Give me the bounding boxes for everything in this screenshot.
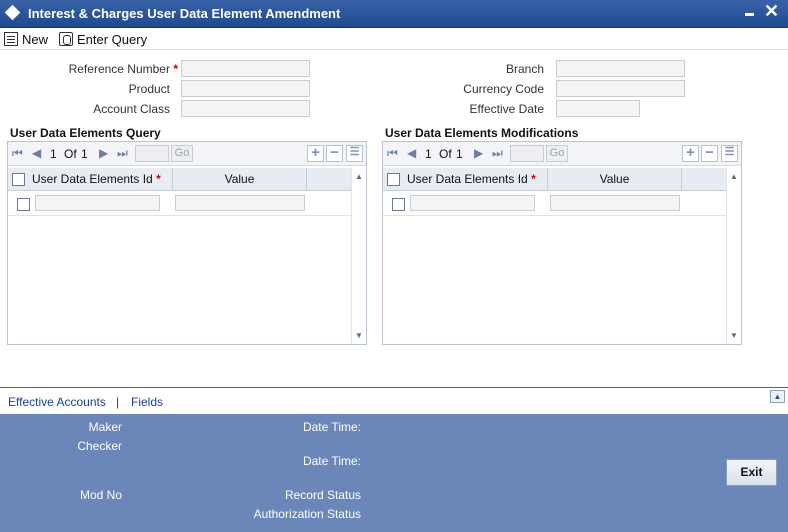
user-data-element-id-input[interactable] <box>35 195 160 211</box>
required-marker: * <box>156 172 161 186</box>
last-page-icon[interactable]: ⏭ <box>117 146 128 161</box>
collapse-icon[interactable]: ▲ <box>770 390 785 403</box>
query-grid-pagination: ⏮ ◀ 1 Of 1 ▶ ⏭ Go + − ☰ <box>8 142 366 166</box>
window-title: Interest & Charges User Data Element Ame… <box>28 6 341 21</box>
column-header-value[interactable]: Value <box>548 168 682 191</box>
select-all-checkbox[interactable] <box>12 173 25 186</box>
minimize-icon[interactable] <box>745 13 754 16</box>
query-page-current: 1 <box>50 147 57 161</box>
maker-label: Maker <box>88 420 122 434</box>
select-all-checkbox[interactable] <box>387 173 400 186</box>
previous-page-icon[interactable]: ◀ <box>32 146 41 160</box>
exit-button[interactable]: Exit <box>726 459 777 486</box>
query-page-of: Of <box>64 147 77 161</box>
table-row <box>8 192 351 216</box>
next-page-icon[interactable]: ▶ <box>99 146 108 160</box>
checker-label: Checker <box>77 439 122 453</box>
effective-date-input[interactable] <box>556 100 640 117</box>
mod-go-button[interactable]: Go <box>546 145 568 162</box>
query-grid: ⏮ ◀ 1 Of 1 ▶ ⏭ Go + − ☰ User Data Elemen… <box>7 141 367 345</box>
product-label: Product <box>128 82 170 96</box>
value-input[interactable] <box>175 195 305 211</box>
mod-page-of: Of <box>439 147 452 161</box>
currency-code-input[interactable] <box>556 80 685 97</box>
authorization-status-label: Authorization Status <box>253 507 361 521</box>
value-input[interactable] <box>550 195 680 211</box>
required-marker: * <box>531 172 536 186</box>
mod-grid-title: User Data Elements Modifications <box>385 126 579 140</box>
query-page-input[interactable] <box>135 145 169 162</box>
effective-accounts-link[interactable]: Effective Accounts <box>8 395 106 409</box>
minus-icon[interactable]: − <box>326 145 343 162</box>
new-document-icon <box>4 32 18 46</box>
account-class-input[interactable] <box>181 100 310 117</box>
next-page-icon[interactable]: ▶ <box>474 146 483 160</box>
reference-number-label-text: Reference Number <box>68 62 170 76</box>
list-icon[interactable]: ☰ <box>721 145 738 162</box>
row-checkbox[interactable] <box>392 198 405 211</box>
mod-grid-header: User Data Elements Id * Value <box>383 168 726 191</box>
mod-grid: ⏮ ◀ 1 Of 1 ▶ ⏭ Go + − ☰ User Data Elemen… <box>382 141 742 345</box>
scroll-down-icon[interactable]: ▼ <box>355 331 363 340</box>
mod-no-label: Mod No <box>79 488 122 502</box>
mod-grid-pagination: ⏮ ◀ 1 Of 1 ▶ ⏭ Go + − ☰ <box>383 142 741 166</box>
mod-page-total: 1 <box>456 147 463 161</box>
window-titlebar: Interest & Charges User Data Element Ame… <box>0 0 788 28</box>
first-page-icon[interactable]: ⏮ <box>12 146 23 161</box>
mod-page-input[interactable] <box>510 145 544 162</box>
effective-date-label: Effective Date <box>469 102 544 116</box>
table-row <box>383 192 726 216</box>
branch-input[interactable] <box>556 60 685 77</box>
query-grid-header: User Data Elements Id * Value <box>8 168 351 191</box>
checker-date-time-label: Date Time: <box>302 454 361 468</box>
row-checkbox[interactable] <box>17 198 30 211</box>
query-page-total: 1 <box>81 147 88 161</box>
last-page-icon[interactable]: ⏭ <box>492 146 503 161</box>
scroll-up-icon[interactable]: ▲ <box>730 172 738 181</box>
mod-page-current: 1 <box>425 147 432 161</box>
toolbar: New Enter Query <box>0 28 788 50</box>
diamond-icon <box>4 4 21 21</box>
audit-footer: Maker Checker Mod No Date Time: Date Tim… <box>0 414 788 532</box>
column-header-id[interactable]: User Data Elements Id * <box>405 168 548 191</box>
product-input[interactable] <box>181 80 310 97</box>
scroll-up-icon[interactable]: ▲ <box>355 172 363 181</box>
required-marker: * <box>173 62 178 76</box>
scroll-down-icon[interactable]: ▼ <box>730 331 738 340</box>
record-status-label: Record Status <box>284 488 361 502</box>
list-icon[interactable]: ☰ <box>346 145 363 162</box>
link-separator: | <box>116 395 120 409</box>
fields-link[interactable]: Fields <box>131 395 163 409</box>
currency-code-label: Currency Code <box>463 82 544 96</box>
previous-page-icon[interactable]: ◀ <box>407 146 416 160</box>
first-page-icon[interactable]: ⏮ <box>387 146 398 161</box>
subscreen-link-bar: Effective Accounts | Fields ▲ <box>0 387 788 414</box>
account-class-label: Account Class <box>93 102 170 116</box>
vertical-scrollbar[interactable]: ▲ ▼ <box>351 168 366 344</box>
enter-query-button[interactable]: Enter Query <box>59 29 147 49</box>
column-header-value[interactable]: Value <box>173 168 307 191</box>
new-button-label: New <box>22 31 49 47</box>
column-header-id-text: User Data Elements Id <box>32 172 153 186</box>
vertical-scrollbar[interactable]: ▲ ▼ <box>726 168 741 344</box>
plus-icon[interactable]: + <box>682 145 699 162</box>
query-go-button[interactable]: Go <box>171 145 193 162</box>
new-button[interactable]: New <box>4 29 48 49</box>
close-icon[interactable]: ✕ <box>764 2 779 20</box>
reference-number-label: Reference Number * <box>20 62 178 76</box>
query-grid-title: User Data Elements Query <box>10 126 161 140</box>
user-data-element-id-input[interactable] <box>410 195 535 211</box>
plus-icon[interactable]: + <box>307 145 324 162</box>
minus-icon[interactable]: − <box>701 145 718 162</box>
maker-date-time-label: Date Time: <box>302 420 361 434</box>
query-icon <box>59 32 73 46</box>
branch-label: Branch <box>505 62 544 76</box>
reference-number-input[interactable] <box>181 60 310 77</box>
column-header-id-text: User Data Elements Id <box>407 172 528 186</box>
enter-query-button-label: Enter Query <box>77 31 148 47</box>
column-header-id[interactable]: User Data Elements Id * <box>30 168 173 191</box>
